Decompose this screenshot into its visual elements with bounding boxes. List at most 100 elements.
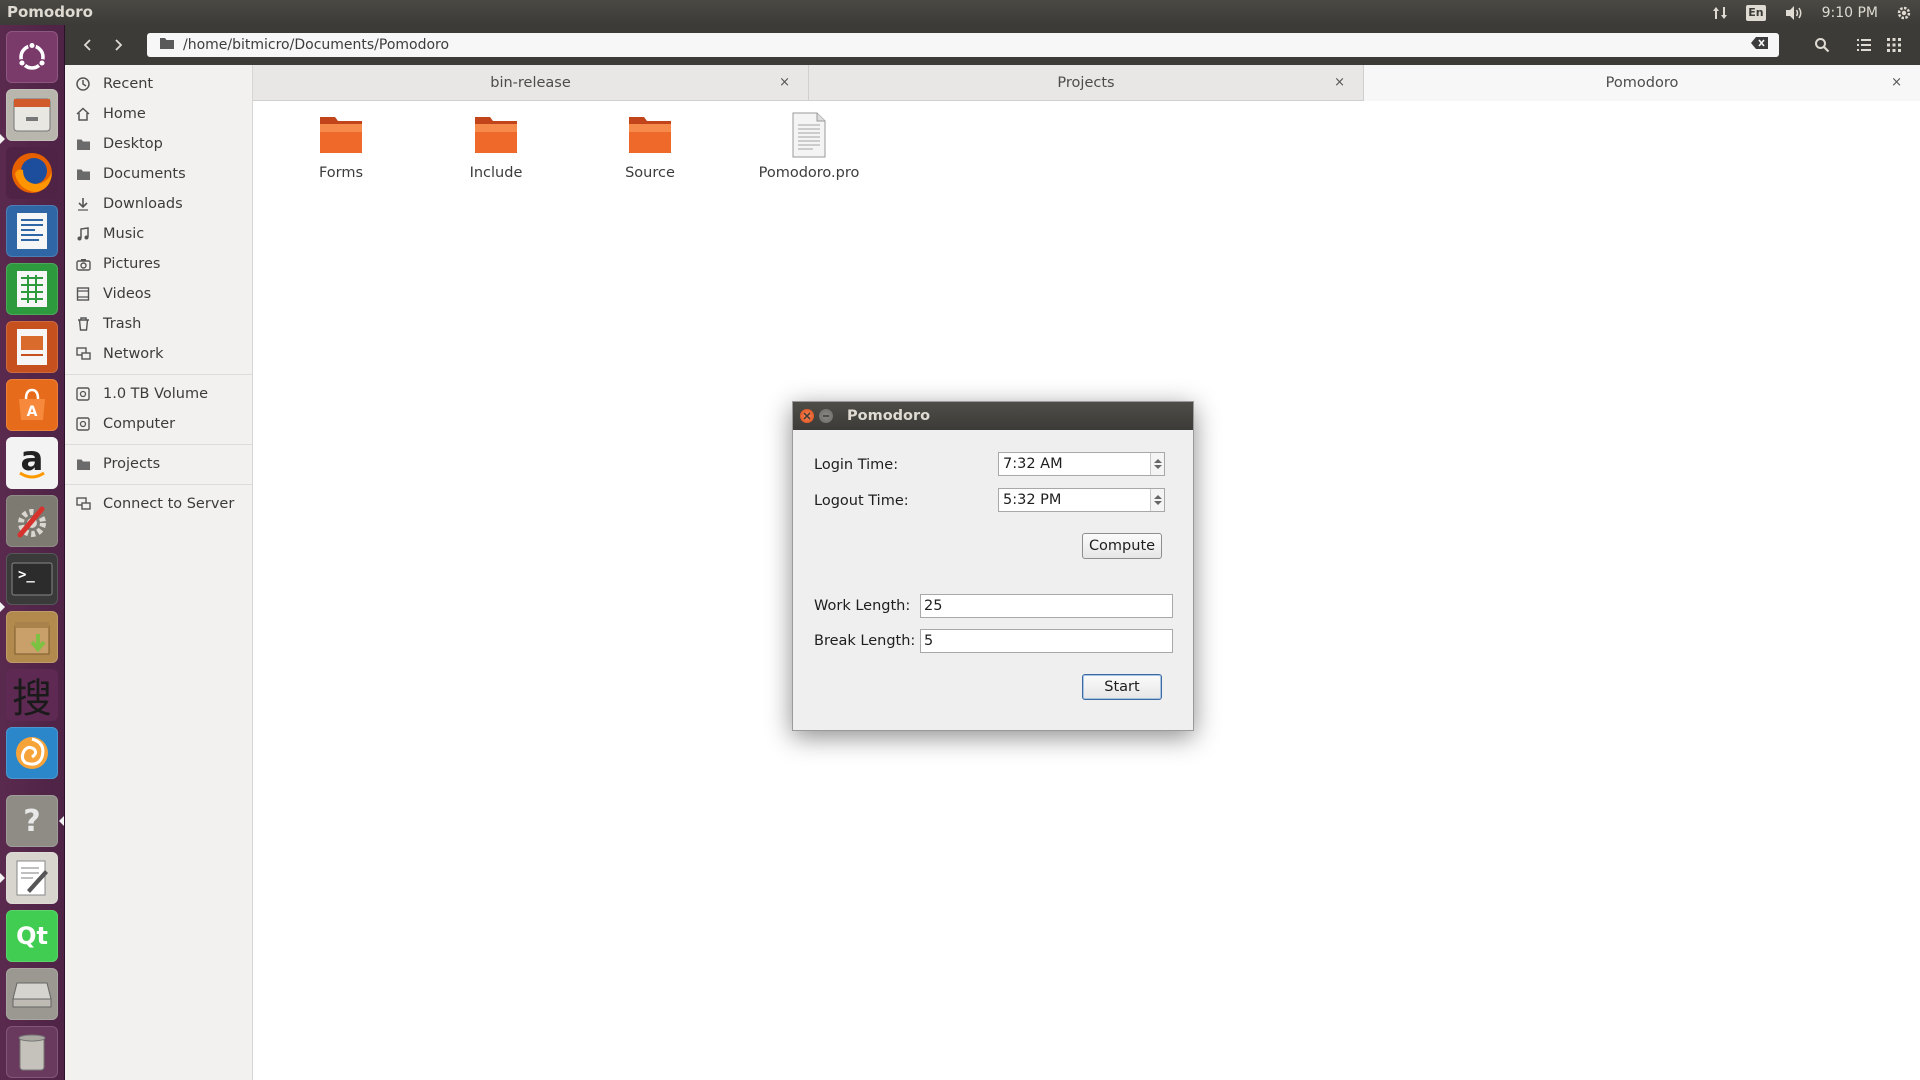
sidebar-item-label: Computer bbox=[103, 416, 176, 432]
sidebar-item-connect-to-server[interactable]: Connect to Server bbox=[65, 491, 253, 517]
close-window-button[interactable] bbox=[800, 409, 814, 423]
sidebar-item-music[interactable]: Music bbox=[65, 221, 253, 247]
sidebar-item-videos[interactable]: Videos bbox=[65, 281, 253, 307]
folder-icon bbox=[75, 166, 91, 182]
tab-projects[interactable]: Projects × bbox=[809, 65, 1364, 101]
active-app-title: Pomodoro bbox=[7, 3, 93, 21]
text-editor-icon[interactable] bbox=[6, 852, 58, 904]
ubuntu-software-icon[interactable]: A bbox=[6, 379, 58, 431]
spin-arrows[interactable] bbox=[1150, 453, 1164, 475]
ubuntu-dash-icon[interactable] bbox=[6, 31, 58, 83]
grid-view-button[interactable] bbox=[1881, 32, 1907, 58]
clock[interactable]: 9:10 PM bbox=[1822, 5, 1878, 21]
file-item-source[interactable]: Source bbox=[595, 111, 705, 181]
sidebar-item-label: Videos bbox=[103, 286, 152, 302]
search-button[interactable] bbox=[1809, 32, 1835, 58]
login-time-value[interactable]: 7:32 AM bbox=[1003, 456, 1063, 472]
sidebar-item-computer[interactable]: Computer bbox=[65, 411, 253, 437]
back-button[interactable] bbox=[75, 32, 101, 58]
libreoffice-calc-icon[interactable] bbox=[6, 263, 58, 315]
sidebar-item-label: Projects bbox=[103, 456, 161, 472]
trash-icon[interactable] bbox=[6, 1026, 58, 1078]
break-length-value[interactable]: 5 bbox=[924, 633, 933, 649]
login-time-spinbox[interactable]: 7:32 AM bbox=[998, 452, 1165, 476]
sidebar-item-trash[interactable]: Trash bbox=[65, 311, 253, 337]
sidebar-item-label: 1.0 TB Volume bbox=[103, 386, 209, 402]
sidebar-item-downloads[interactable]: Downloads bbox=[65, 191, 253, 217]
sidebar-separator bbox=[65, 374, 253, 375]
tab-bin-release[interactable]: bin-release × bbox=[253, 65, 809, 101]
file-item-include[interactable]: Include bbox=[441, 111, 551, 181]
dialog-titlebar[interactable]: Pomodoro bbox=[793, 402, 1193, 430]
places-sidebar: Recent Home Desktop Documents Downloads … bbox=[65, 65, 253, 1080]
shotwell-icon[interactable] bbox=[6, 727, 58, 779]
file-manager-toolbar: /home/bitmicro/Documents/Pomodoro bbox=[65, 25, 1920, 65]
network-transfer-icon[interactable] bbox=[1712, 5, 1728, 21]
login-time-label: Login Time: bbox=[814, 457, 899, 473]
sidebar-item-home[interactable]: Home bbox=[65, 101, 253, 127]
logout-time-value[interactable]: 5:32 PM bbox=[1003, 492, 1061, 508]
sidebar-item-desktop[interactable]: Desktop bbox=[65, 131, 253, 157]
chevron-down-icon[interactable] bbox=[1153, 464, 1162, 470]
sidebar-item-recent[interactable]: Recent bbox=[65, 71, 253, 97]
file-item-pomodoro-pro[interactable]: Pomodoro.pro bbox=[749, 111, 869, 181]
dialog-title: Pomodoro bbox=[847, 408, 931, 424]
sidebar-item-projects[interactable]: Projects bbox=[65, 451, 253, 477]
help-icon[interactable]: ? bbox=[6, 795, 58, 847]
trash-icon bbox=[75, 316, 91, 332]
firefox-icon[interactable] bbox=[6, 147, 58, 199]
list-view-button[interactable] bbox=[1851, 32, 1877, 58]
launcher: A a >_ 搜 ? Qt bbox=[0, 25, 65, 1080]
network-icon bbox=[75, 346, 91, 362]
clock-icon bbox=[75, 76, 91, 92]
close-icon[interactable]: × bbox=[779, 75, 790, 90]
minimize-window-button[interactable] bbox=[819, 409, 833, 423]
qt-creator-icon[interactable]: Qt bbox=[6, 910, 58, 962]
clear-location-icon[interactable] bbox=[1751, 37, 1769, 53]
file-name: Include bbox=[469, 165, 523, 181]
sogou-input-icon[interactable]: 搜 bbox=[6, 669, 58, 722]
sidebar-item-documents[interactable]: Documents bbox=[65, 161, 253, 187]
spin-arrows[interactable] bbox=[1150, 489, 1164, 511]
sidebar-item-label: Trash bbox=[103, 316, 142, 332]
amazon-icon[interactable]: a bbox=[6, 437, 58, 489]
location-bar[interactable]: /home/bitmicro/Documents/Pomodoro bbox=[147, 33, 1779, 57]
gear-icon[interactable] bbox=[1896, 5, 1912, 21]
sidebar-item-label: Music bbox=[103, 226, 145, 242]
sidebar-item-volume[interactable]: 1.0 TB Volume bbox=[65, 381, 253, 407]
network-icon bbox=[75, 496, 91, 512]
file-name: Pomodoro.pro bbox=[758, 165, 860, 181]
keyboard-layout-indicator[interactable]: En bbox=[1746, 4, 1766, 21]
location-path[interactable]: /home/bitmicro/Documents/Pomodoro bbox=[183, 37, 1751, 53]
compute-button[interactable]: Compute bbox=[1082, 533, 1162, 559]
libreoffice-writer-icon[interactable] bbox=[6, 205, 58, 257]
terminal-icon[interactable]: >_ bbox=[6, 553, 58, 605]
break-length-label: Break Length: bbox=[814, 633, 916, 649]
file-name: Forms bbox=[318, 165, 364, 181]
archive-manager-icon[interactable] bbox=[6, 611, 58, 663]
system-settings-icon[interactable] bbox=[6, 495, 58, 547]
break-length-field[interactable]: 5 bbox=[920, 629, 1173, 653]
work-length-value[interactable]: 25 bbox=[924, 598, 942, 614]
start-button[interactable]: Start bbox=[1082, 674, 1162, 700]
sidebar-separator bbox=[65, 484, 253, 485]
sidebar-item-network[interactable]: Network bbox=[65, 341, 253, 367]
folder-icon bbox=[75, 136, 91, 152]
libreoffice-impress-icon[interactable] bbox=[6, 321, 58, 373]
focused-indicator bbox=[59, 816, 64, 826]
camera-icon bbox=[75, 256, 91, 272]
close-icon[interactable]: × bbox=[1891, 75, 1902, 90]
folder-icon bbox=[475, 117, 517, 153]
close-icon[interactable]: × bbox=[1334, 75, 1345, 90]
file-item-forms[interactable]: Forms bbox=[286, 111, 396, 181]
film-icon bbox=[75, 286, 91, 302]
logout-time-spinbox[interactable]: 5:32 PM bbox=[998, 488, 1165, 512]
drive-icon[interactable] bbox=[6, 968, 58, 1020]
chevron-down-icon[interactable] bbox=[1153, 500, 1162, 506]
forward-button[interactable] bbox=[105, 32, 131, 58]
sidebar-item-pictures[interactable]: Pictures bbox=[65, 251, 253, 277]
files-icon[interactable] bbox=[6, 89, 58, 141]
work-length-field[interactable]: 25 bbox=[920, 594, 1173, 618]
tab-pomodoro[interactable]: Pomodoro × bbox=[1364, 65, 1920, 101]
volume-icon[interactable] bbox=[1784, 5, 1804, 21]
